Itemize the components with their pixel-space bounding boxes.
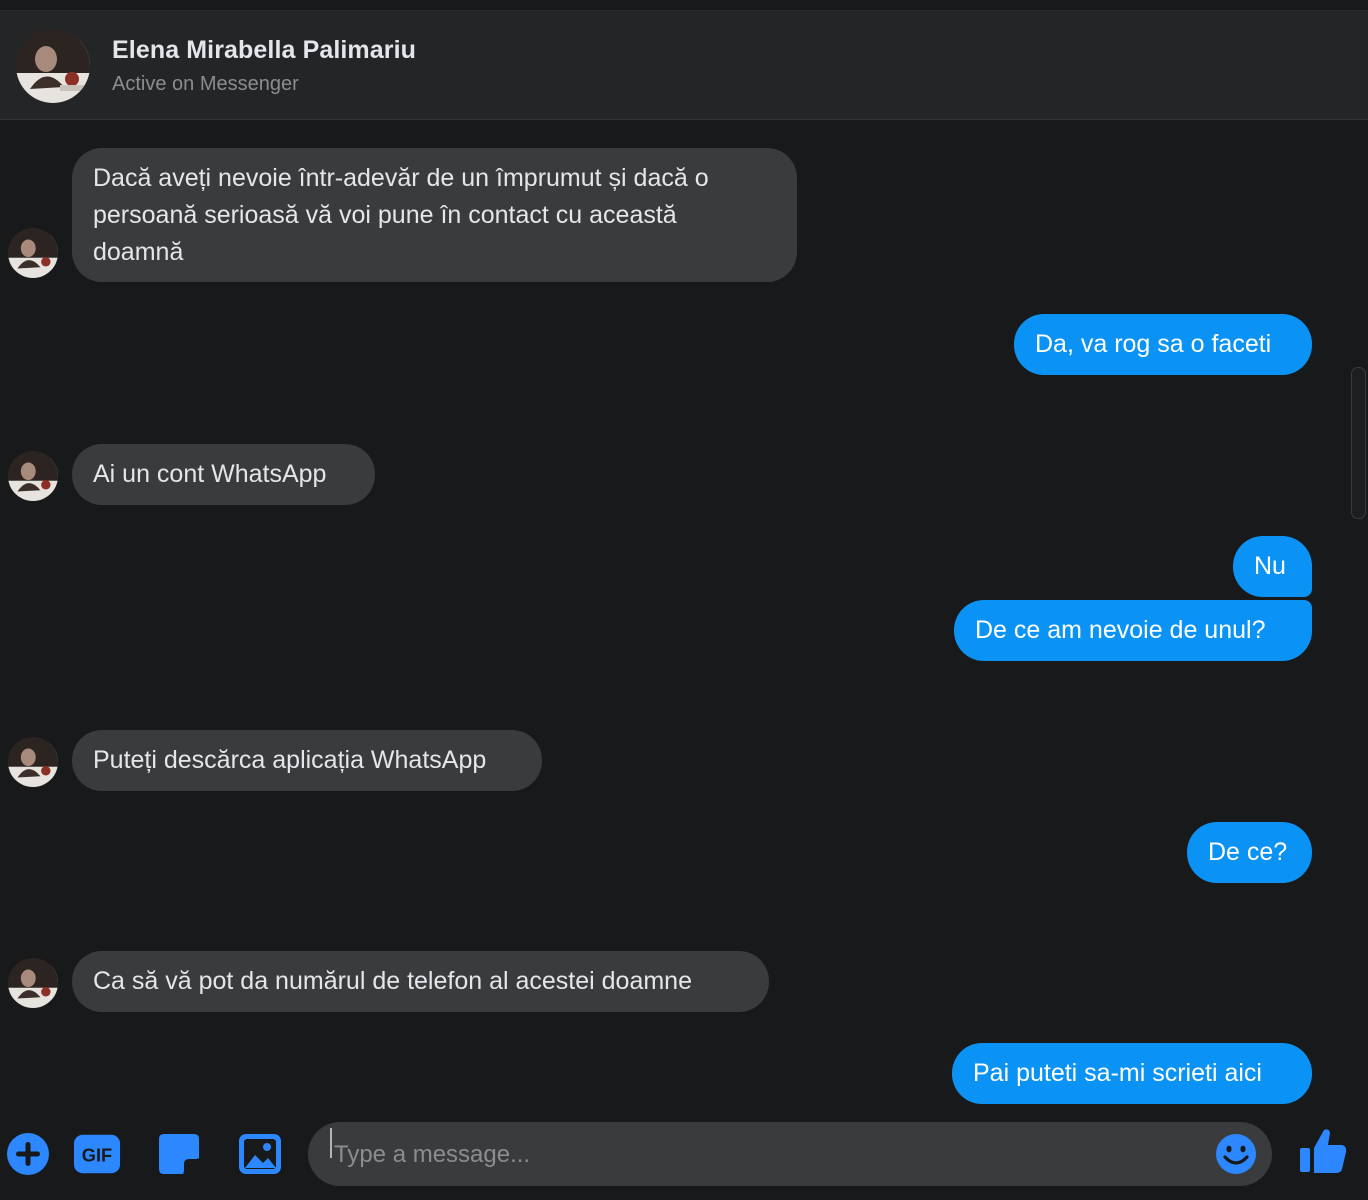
gif-icon[interactable]: GIF — [73, 1130, 121, 1178]
contact-avatar[interactable] — [16, 29, 90, 103]
outgoing-message[interactable]: De ce? — [1187, 822, 1312, 883]
message-input[interactable] — [330, 1122, 1206, 1188]
outgoing-message[interactable]: Nu — [1233, 536, 1312, 597]
incoming-message[interactable]: Puteți descărca aplicația WhatsApp — [72, 730, 542, 791]
active-status: Active on Messenger — [112, 73, 299, 95]
window-top-edge — [0, 0, 1368, 11]
message-input-container[interactable] — [308, 1122, 1272, 1188]
contact-name[interactable]: Elena Mirabella Palimariu — [112, 36, 416, 65]
svg-text:GIF: GIF — [82, 1145, 112, 1166]
message-thread: Dacă aveți nevoie într-adevăr de un împr… — [0, 120, 1368, 1110]
message-line: Dacă aveți nevoie într-adevăr de un împr… — [93, 164, 709, 192]
contact-avatar-small[interactable] — [8, 737, 58, 787]
image-icon[interactable] — [236, 1130, 284, 1178]
message-line: persoană serioasă vă voi pune în contact… — [93, 201, 677, 229]
incoming-message[interactable]: Ca să vă pot da numărul de telefon al ac… — [72, 951, 769, 1012]
sticker-icon[interactable] — [155, 1130, 203, 1178]
contact-avatar-small[interactable] — [8, 228, 58, 278]
scrollbar-thumb[interactable] — [1351, 367, 1366, 519]
outgoing-message[interactable]: Pai puteti sa-mi scrieti aici — [952, 1043, 1312, 1104]
incoming-message[interactable]: Ai un cont WhatsApp — [72, 444, 375, 505]
conversation-header: Elena Mirabella Palimariu Active on Mess… — [0, 11, 1368, 120]
incoming-message[interactable]: Dacă aveți nevoie într-adevăr de un împr… — [72, 148, 797, 282]
plus-icon[interactable] — [4, 1130, 52, 1178]
emoji-icon[interactable] — [1214, 1132, 1258, 1176]
message-composer: GIF — [0, 1110, 1368, 1200]
contact-avatar-small[interactable] — [8, 451, 58, 501]
contact-avatar-small[interactable] — [8, 958, 58, 1008]
outgoing-message[interactable]: Da, va rog sa o faceti — [1014, 314, 1312, 375]
outgoing-message[interactable]: De ce am nevoie de unul? — [954, 600, 1312, 661]
text-cursor — [330, 1128, 332, 1158]
thumbs-up-icon[interactable] — [1296, 1124, 1350, 1178]
message-line: doamnă — [93, 238, 184, 266]
